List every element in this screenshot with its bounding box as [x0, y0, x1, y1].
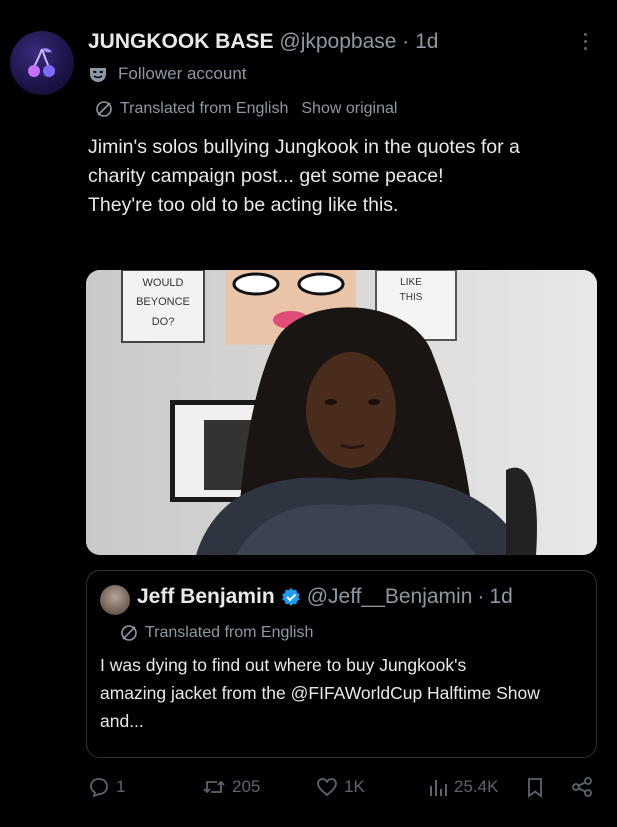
translated-label: Translated from English — [120, 100, 289, 117]
reply-icon — [90, 778, 108, 798]
author-avatar[interactable] — [10, 31, 74, 95]
share-icon — [572, 777, 592, 797]
sign-left-line: DO? — [152, 316, 175, 328]
repost-button[interactable]: 205 — [202, 776, 260, 798]
reply-count: 1 — [116, 777, 126, 796]
quoted-author-handle[interactable]: @Jeff__Benjamin — [307, 585, 473, 609]
bookmark-icon — [528, 778, 542, 798]
repost-count: 205 — [232, 777, 261, 796]
post-text-line: Jimin's solos bullying Jungkook in the q… — [88, 136, 520, 158]
sign-right-line: LIKE — [400, 277, 422, 288]
translated-row: Translated from English Show original — [95, 100, 397, 118]
reply-button[interactable]: 1 — [88, 776, 125, 798]
sign-left-line: WOULD — [143, 277, 184, 289]
repost-icon — [203, 780, 225, 794]
heart-icon — [317, 778, 337, 797]
views-count: 25.4K — [454, 777, 499, 796]
sign-left-line: BEYONCE — [136, 296, 190, 308]
quoted-author-line: Jeff Benjamin @Jeff__Benjamin · 1d — [137, 585, 513, 609]
translate-icon — [121, 625, 137, 641]
follower-label: Follower account — [118, 64, 247, 83]
follower-account-row: Follower account — [88, 64, 247, 84]
video-still: WOULD BEYONCE DO? LIKE THIS — [86, 270, 597, 555]
author-name[interactable]: JUNGKOOK BASE — [88, 30, 274, 53]
share-button[interactable] — [570, 776, 594, 798]
like-count: 1K — [344, 777, 365, 796]
author-line: JUNGKOOK BASE @jkpopbase · 1d — [88, 30, 438, 54]
views-chart-icon — [430, 780, 447, 796]
verified-badge-icon — [281, 588, 300, 606]
bookmark-button[interactable] — [525, 776, 545, 798]
views-button[interactable]: 25.4K — [428, 776, 498, 798]
post-media-image[interactable]: WOULD BEYONCE DO? LIKE THIS — [86, 270, 597, 555]
translate-icon — [96, 101, 112, 117]
show-original-link[interactable]: Show original — [301, 100, 397, 118]
mask-icon — [90, 68, 106, 82]
quoted-post-time[interactable]: 1d — [489, 585, 512, 609]
dot-separator: · — [402, 30, 410, 53]
quoted-text-line: and... — [100, 711, 144, 731]
quoted-translated-label: Translated from English — [145, 624, 314, 641]
quoted-author-name[interactable]: Jeff Benjamin — [137, 585, 275, 609]
post-text-line: charity campaign post... get some peace! — [88, 165, 444, 187]
quoted-post-text: I was dying to find out where to buy Jun… — [100, 651, 590, 735]
post-time[interactable]: 1d — [415, 30, 438, 53]
dot-separator: · — [477, 585, 485, 608]
post-text-line: They're too old to be acting like this. — [88, 194, 399, 216]
like-button[interactable]: 1K — [316, 776, 365, 798]
quoted-text-line: amazing jacket from the @FIFAWorldCup Ha… — [100, 683, 540, 703]
author-handle[interactable]: @jkpopbase — [279, 30, 396, 53]
sign-right-line: THIS — [400, 292, 423, 303]
quoted-translated-row: Translated from English — [120, 624, 313, 642]
more-options-icon[interactable] — [578, 33, 592, 57]
post-text: Jimin's solos bullying Jungkook in the q… — [88, 133, 598, 220]
quoted-text-line: I was dying to find out where to buy Jun… — [100, 655, 467, 675]
quoted-author-avatar[interactable] — [100, 585, 130, 615]
cherry-logo-icon — [28, 48, 55, 77]
